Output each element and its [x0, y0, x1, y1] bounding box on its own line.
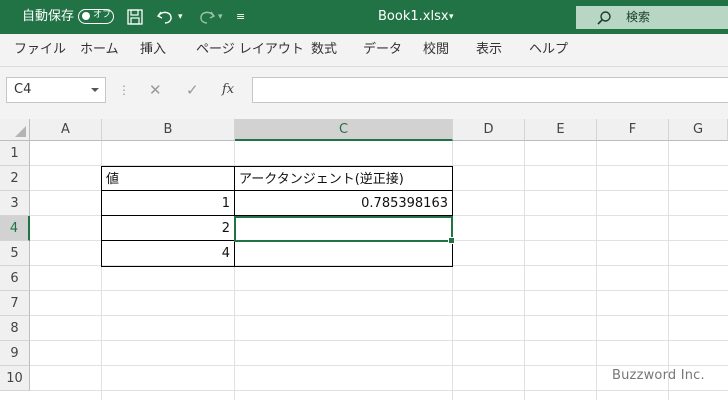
- formula-input[interactable]: [252, 77, 728, 103]
- name-box-dropdown-icon[interactable]: [91, 88, 99, 92]
- customize-toolbar-icon[interactable]: ≡: [236, 0, 245, 34]
- name-box[interactable]: C4: [6, 77, 106, 103]
- cell-c2[interactable]: アークタンジェント(逆正接): [234, 166, 453, 191]
- more-options-icon[interactable]: ⋮: [118, 77, 130, 103]
- cell-b3[interactable]: 1: [101, 190, 235, 216]
- toggle-knob: [82, 12, 90, 20]
- cell-c5[interactable]: [234, 240, 453, 267]
- tab-help[interactable]: ヘルプ: [529, 34, 568, 66]
- select-all-triangle-icon: [15, 126, 26, 137]
- name-box-value: C4: [14, 82, 32, 97]
- search-icon: [597, 11, 611, 25]
- column-header-e[interactable]: E: [525, 119, 597, 141]
- cell-b4[interactable]: 2: [101, 215, 235, 241]
- watermark: Buzzword Inc.: [612, 368, 705, 383]
- select-all-button[interactable]: [0, 119, 30, 141]
- cell-b2[interactable]: 値: [101, 166, 235, 191]
- autosave-label: 自動保存: [22, 9, 75, 24]
- tab-view[interactable]: 表示: [476, 34, 502, 66]
- row-header-4[interactable]: 4: [0, 216, 30, 241]
- search-label: 検索: [626, 10, 651, 24]
- search-box[interactable]: 検索: [576, 6, 728, 29]
- redo-icon[interactable]: [196, 0, 216, 34]
- insert-function-icon[interactable]: fx: [222, 77, 234, 103]
- column-header-f[interactable]: F: [597, 119, 669, 141]
- cell-b5[interactable]: 4: [101, 240, 235, 267]
- fill-handle[interactable]: [448, 237, 455, 244]
- column-header-d[interactable]: D: [453, 119, 525, 141]
- tab-file[interactable]: ファイル: [14, 34, 66, 66]
- tab-review[interactable]: 校閲: [423, 34, 449, 66]
- row-header-5[interactable]: 5: [0, 241, 30, 266]
- row-header-10[interactable]: 10: [0, 366, 30, 391]
- row-header-7[interactable]: 7: [0, 291, 30, 316]
- active-cell-c4[interactable]: [234, 216, 455, 244]
- formula-bar: C4 ⋮ ✕ ✓ fx: [0, 67, 728, 119]
- cancel-icon[interactable]: ✕: [149, 77, 162, 103]
- title-bar: 自動保存 オフ ▾ ▾ ≡ Book1.xlsx ▾ 検索: [0, 0, 728, 34]
- ribbon-tabs: ファイル ホーム 挿入 ページ レイアウト 数式 データ 校閲 表示 ヘルプ: [0, 34, 728, 67]
- tab-insert[interactable]: 挿入: [140, 34, 166, 66]
- tab-formulas[interactable]: 数式: [311, 34, 337, 66]
- confirm-icon[interactable]: ✓: [186, 77, 199, 103]
- save-icon[interactable]: [126, 0, 144, 34]
- autosave-toggle[interactable]: オフ: [78, 9, 114, 24]
- autosave-state: オフ: [93, 10, 112, 20]
- tab-data[interactable]: データ: [363, 34, 402, 66]
- tab-home[interactable]: ホーム: [80, 34, 119, 66]
- row-header-1[interactable]: 1: [0, 141, 30, 166]
- row-header-6[interactable]: 6: [0, 266, 30, 291]
- column-header-b[interactable]: B: [102, 119, 235, 141]
- filename-dropdown-icon[interactable]: ▾: [449, 0, 454, 34]
- undo-icon[interactable]: [156, 0, 176, 34]
- cell-c3[interactable]: 0.785398163: [234, 190, 453, 216]
- undo-dropdown-icon[interactable]: ▾: [178, 0, 183, 34]
- row-header-2[interactable]: 2: [0, 166, 30, 191]
- column-header-a[interactable]: A: [30, 119, 102, 141]
- row-header-8[interactable]: 8: [0, 316, 30, 341]
- column-header-c[interactable]: C: [235, 119, 453, 141]
- row-header-9[interactable]: 9: [0, 341, 30, 366]
- column-header-g[interactable]: G: [669, 119, 728, 141]
- row-header-3[interactable]: 3: [0, 191, 30, 216]
- redo-dropdown-icon[interactable]: ▾: [218, 0, 223, 34]
- tab-page-layout[interactable]: ページ レイアウト: [196, 34, 304, 66]
- file-name[interactable]: Book1.xlsx: [378, 0, 449, 34]
